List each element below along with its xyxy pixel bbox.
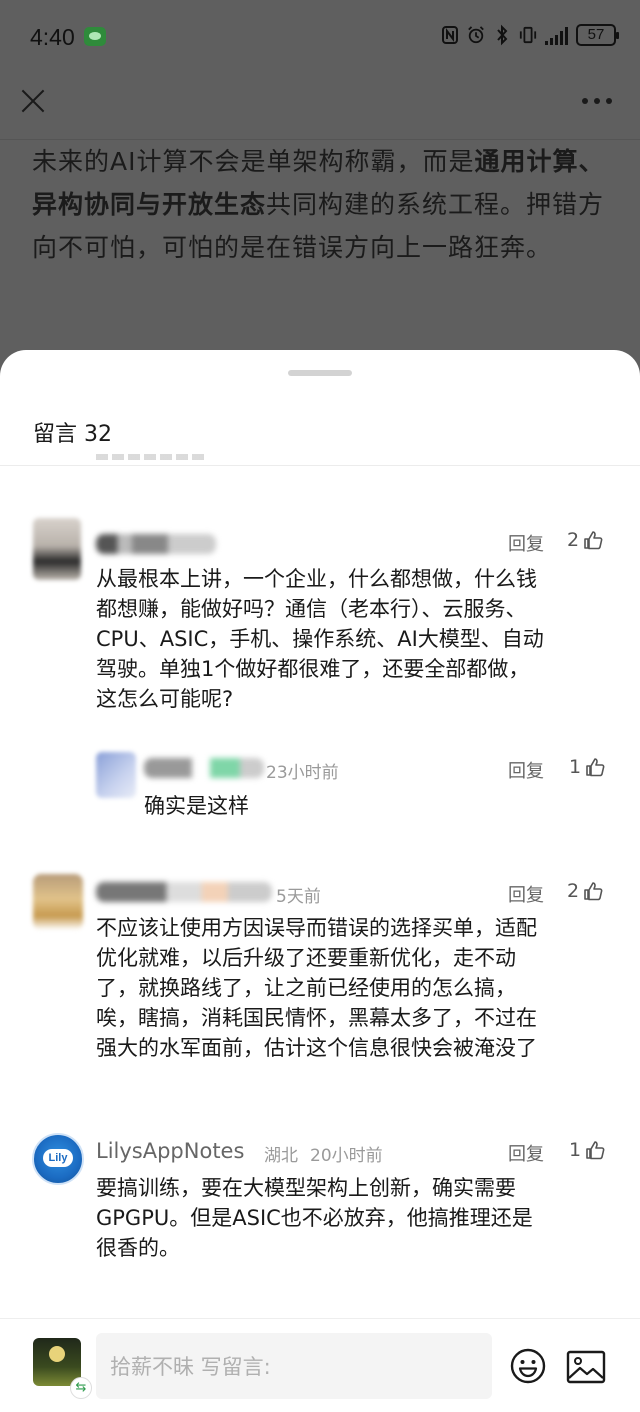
comment-line: 唉，瞎搞，消耗国民情怀，黑幕太多了，不过在 (96, 1006, 537, 1030)
article-paragraph: 未来的AI计算不会是单架构称霸，而是通用计算、异构协同与开放生态共同构建的系统工… (32, 140, 612, 269)
blurred-username[interactable] (96, 882, 272, 902)
thumbs-up-icon (584, 531, 603, 550)
reply-user-avatar[interactable] (96, 752, 136, 798)
article-nav-bar (0, 76, 640, 140)
emoji-icon[interactable] (509, 1347, 547, 1385)
close-icon[interactable] (18, 86, 48, 116)
comment-line: CPU、ASIC，手机、操作系统、AI大模型、自动 (96, 627, 544, 651)
image-icon[interactable] (566, 1350, 606, 1384)
status-icons: 57 (441, 24, 619, 46)
comment-time: 5天前 (276, 887, 321, 907)
comment-line: 都想赚，能做好吗？通信（老本行）、云服务、 (96, 597, 527, 621)
comment-line: 从最根本上讲，一个企业，什么都想做，什么钱 (96, 567, 537, 591)
comment-input[interactable]: 拾薪不昧 写留言: (96, 1333, 492, 1399)
thumbs-up-icon (584, 882, 603, 901)
comment-line: 优化就难，以后升级了还要重新优化，走不动 (96, 946, 516, 970)
comment-text: 要搞训练，要在大模型架构上创新，确实需要 GPGPU。但是ASIC也不必放弃，他… (96, 1173, 616, 1263)
comment-location: 湖北 (264, 1146, 298, 1166)
like-button[interactable]: 1 (569, 1139, 605, 1161)
status-time: 4:40 (30, 24, 75, 50)
battery-icon: 57 (576, 24, 619, 46)
comment-text: 不应该让使用方因误导而错误的选择买单，适配 优化就难，以后升级了还要重新优化，走… (96, 913, 616, 1063)
like-button[interactable]: 2 (567, 880, 603, 902)
nfc-icon (442, 26, 458, 44)
wechat-notification-icon (84, 27, 106, 46)
comment-line: 驾驶。单独1个做好都很难了，还要全部都做， (96, 657, 530, 681)
drag-handle[interactable] (288, 370, 352, 376)
user-avatar[interactable] (33, 518, 81, 580)
like-count: 2 (567, 529, 580, 551)
divider (0, 465, 640, 466)
thumbs-up-icon (586, 758, 605, 777)
avatar-logo-text: Lily (43, 1149, 73, 1167)
reply-button[interactable]: 回复 (508, 881, 544, 907)
lily-app-avatar[interactable]: Lily (32, 1133, 84, 1185)
comment-line: 不应该让使用方因误导而错误的选择买单，适配 (96, 916, 537, 940)
reply-time: 23小时前 (266, 763, 339, 783)
comments-sheet: 留言 32 回复 2 从最根本上讲，一个企业，什么都想做，什么钱 都想赚，能做好… (0, 350, 640, 1412)
bluetooth-icon (497, 24, 508, 46)
comment-line: 很香的。 (96, 1236, 180, 1260)
reply-button[interactable]: 回复 (508, 530, 544, 556)
vibrate-icon (519, 26, 537, 44)
like-count: 1 (569, 1139, 582, 1161)
more-options-icon[interactable] (582, 98, 612, 104)
comments-title: 留言 32 (33, 422, 112, 447)
signal-strength-icon (545, 25, 568, 45)
reply-button[interactable]: 回复 (508, 1140, 544, 1166)
comment-line: 强大的水军面前，估计这个信息很快会被淹没了 (96, 1036, 537, 1060)
reply-button[interactable]: 回复 (508, 757, 544, 783)
like-count: 1 (569, 756, 582, 778)
switch-account-icon[interactable]: ⇆ (70, 1377, 92, 1399)
comment-time: 20小时前 (310, 1146, 383, 1166)
article-text-1: 未来的AI计算不会是单架构称霸，而是 (32, 147, 475, 176)
blurred-username[interactable] (96, 534, 216, 554)
blurred-reply-username[interactable] (144, 758, 264, 778)
like-count: 2 (567, 880, 580, 902)
status-bar: 4:40 57 (0, 0, 640, 76)
like-button[interactable]: 2 (567, 529, 603, 551)
comment-author[interactable]: LilysAppNotes (96, 1139, 244, 1163)
like-button[interactable]: 1 (569, 756, 605, 778)
user-avatar[interactable] (33, 874, 83, 930)
comment-text: 从最根本上讲，一个企业，什么都想做，什么钱 都想赚，能做好吗？通信（老本行）、云… (96, 564, 616, 714)
comment-input-bar: ⇆ 拾薪不昧 写留言: (0, 1318, 640, 1412)
comment-line: 了，就换路线了，让之前已经使用的怎么搞， (96, 976, 516, 1000)
reply-text: 确实是这样 (144, 794, 249, 818)
comment-line: 要搞训练，要在大模型架构上创新，确实需要 (96, 1176, 516, 1200)
thumbs-up-icon (586, 1141, 605, 1160)
comment-line: 这怎么可能呢? (96, 687, 234, 711)
alarm-icon (468, 26, 484, 44)
comment-line: GPGPU。但是ASIC也不必放弃，他搞推理还是 (96, 1206, 533, 1230)
